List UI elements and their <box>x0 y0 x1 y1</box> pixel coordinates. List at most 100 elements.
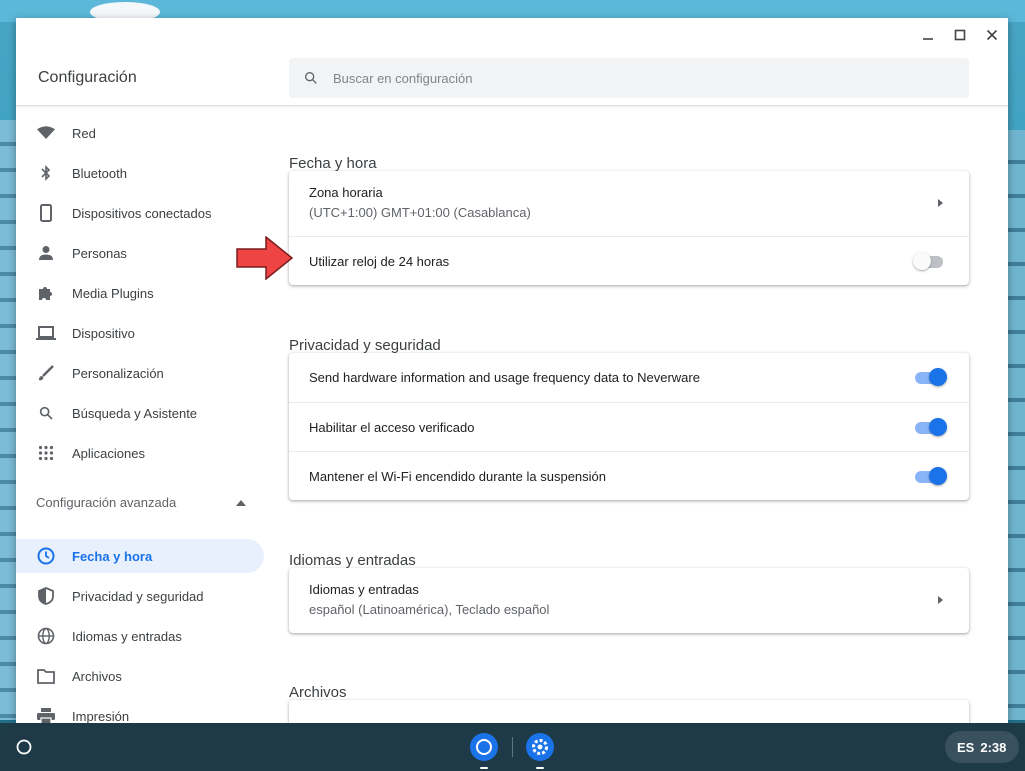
languages-card: Idiomas y entradas español (Latinoaméric… <box>289 568 969 633</box>
sidebar-item-bluetooth[interactable]: Bluetooth <box>16 156 264 190</box>
sidebar-item-search-assistant[interactable]: Búsqueda y Asistente <box>16 396 264 430</box>
sidebar-item-label: Archivos <box>72 668 122 684</box>
sidebar-item-label: Búsqueda y Asistente <box>72 405 198 421</box>
sidebar-item-red[interactable]: Red <box>16 116 264 150</box>
sidebar-item-label: Idiomas y entradas <box>72 628 182 644</box>
sidebar-item-label: Bluetooth <box>72 165 127 181</box>
window-controls <box>912 18 1008 52</box>
settings-gear-icon[interactable] <box>523 730 557 769</box>
clock24-label: Utilizar reloj de 24 horas <box>309 254 450 269</box>
sidebar-item-label: Personalización <box>72 365 164 381</box>
shelf-separator <box>512 737 513 757</box>
sidebar-item-connected-devices[interactable]: Dispositivos conectados <box>16 196 264 230</box>
clock24-row: Utilizar reloj de 24 horas <box>289 236 969 285</box>
brush-icon <box>36 363 56 383</box>
red-pointer-arrow <box>236 236 294 280</box>
privacy-row-1: Habilitar el acceso verificado <box>289 402 969 451</box>
settings-header: Configuración Buscar en configuración <box>16 18 1008 106</box>
sidebar-item-device[interactable]: Dispositivo <box>16 316 264 350</box>
clock-icon <box>36 546 56 566</box>
laptop-icon <box>36 323 56 343</box>
sidebar-item-label: Aplicaciones <box>72 445 145 461</box>
clock24-toggle[interactable] <box>913 252 947 270</box>
timezone-value: (UTC+1:00) GMT+01:00 (Casablanca) <box>309 205 531 220</box>
languages-row[interactable]: Idiomas y entradas español (Latinoaméric… <box>289 568 969 633</box>
arrow-right-icon <box>938 199 943 207</box>
sidebar-item-label: Red <box>72 125 96 141</box>
sidebar-item-personalization[interactable]: Personalización <box>16 356 264 390</box>
toggle-knob <box>913 252 931 270</box>
sidebar-item-label: Media Plugins <box>72 285 154 301</box>
wifi-suspend-toggle[interactable] <box>913 467 947 485</box>
settings-main: Fecha y hora Zona horaria (UTC+1:00) GMT… <box>289 113 969 723</box>
toggle-knob <box>929 467 947 485</box>
apps-grid-icon <box>36 443 56 463</box>
section-title-date-time: Fecha y hora <box>289 155 377 172</box>
sidebar-item-label: Fecha y hora <box>72 548 153 564</box>
phone-icon <box>36 203 56 223</box>
app-title: Configuración <box>38 69 137 86</box>
section-title-files: Archivos <box>289 684 347 701</box>
tray-language: ES <box>957 739 975 755</box>
settings-window: Configuración Buscar en configuración Re… <box>16 18 1008 723</box>
puzzle-icon <box>36 283 56 303</box>
languages-row-title: Idiomas y entradas <box>309 582 419 597</box>
privacy-row-0: Send hardware information and usage freq… <box>289 353 969 402</box>
sidebar-item-label: Personas <box>72 245 127 261</box>
globe-icon <box>36 626 56 646</box>
toggle-knob <box>929 418 947 436</box>
chrome-icon[interactable] <box>467 730 501 769</box>
wifi-icon <box>36 123 56 143</box>
status-tray[interactable]: ES 2:38 <box>945 731 1019 763</box>
date-time-card: Zona horaria (UTC+1:00) GMT+01:00 (Casab… <box>289 171 969 285</box>
sidebar-item-label: Impresión <box>72 708 130 724</box>
maximize-icon[interactable] <box>944 19 976 51</box>
shield-icon <box>36 586 56 606</box>
privacy-row-label: Habilitar el acceso verificado <box>309 420 475 435</box>
languages-row-value: español (Latinoamérica), Teclado español <box>309 602 550 617</box>
running-indicator <box>480 767 488 769</box>
person-icon <box>36 243 56 263</box>
chevron-up-icon <box>236 493 246 511</box>
section-title-languages: Idiomas y entradas <box>289 552 416 569</box>
running-indicator <box>536 767 544 769</box>
sidebar: Red Bluetooth Dispositivos conectados Pe… <box>16 113 272 723</box>
toggle-knob <box>929 368 947 386</box>
sidebar-item-languages[interactable]: Idiomas y entradas <box>16 619 264 653</box>
search-placeholder: Buscar en configuración <box>333 70 473 86</box>
sidebar-item-label: Dispositivo <box>72 325 135 341</box>
search-input[interactable]: Buscar en configuración <box>289 58 969 98</box>
timezone-title: Zona horaria <box>309 185 383 200</box>
sidebar-item-label: Dispositivos conectados <box>72 205 212 221</box>
advanced-settings-label: Configuración avanzada <box>36 494 177 510</box>
privacy-row-label: Mantener el Wi-Fi encendido durante la s… <box>309 469 607 484</box>
hardware-data-toggle[interactable] <box>913 368 947 386</box>
bluetooth-icon <box>36 163 56 183</box>
search-icon <box>289 70 333 86</box>
launcher-circle-icon[interactable] <box>12 735 36 759</box>
advanced-settings-toggle[interactable]: Configuración avanzada <box>36 491 246 513</box>
arrow-right-icon <box>938 596 943 604</box>
printer-icon <box>36 706 56 723</box>
wallpaper-building <box>1005 130 1025 720</box>
close-icon[interactable] <box>976 19 1008 51</box>
sidebar-item-privacy[interactable]: Privacidad y seguridad <box>16 579 264 613</box>
timezone-row[interactable]: Zona horaria (UTC+1:00) GMT+01:00 (Casab… <box>289 171 969 236</box>
shelf: ES 2:38 <box>0 723 1025 771</box>
sidebar-item-printing[interactable]: Impresión <box>16 699 264 723</box>
files-card <box>289 700 969 723</box>
privacy-row-label: Send hardware information and usage freq… <box>309 370 700 385</box>
sidebar-item-label: Privacidad y seguridad <box>72 588 204 604</box>
privacy-card: Send hardware information and usage freq… <box>289 353 969 500</box>
search-icon <box>36 403 56 423</box>
sidebar-item-files[interactable]: Archivos <box>16 659 264 693</box>
privacy-row-2: Mantener el Wi-Fi encendido durante la s… <box>289 451 969 500</box>
sidebar-item-people[interactable]: Personas <box>16 236 264 270</box>
tray-time: 2:38 <box>980 739 1007 755</box>
sidebar-item-date-time[interactable]: Fecha y hora <box>16 539 264 573</box>
sidebar-item-apps[interactable]: Aplicaciones <box>16 436 264 470</box>
sidebar-item-media-plugins[interactable]: Media Plugins <box>16 276 264 310</box>
minimize-icon[interactable] <box>912 19 944 51</box>
section-title-privacy: Privacidad y seguridad <box>289 337 441 354</box>
verified-access-toggle[interactable] <box>913 418 947 436</box>
